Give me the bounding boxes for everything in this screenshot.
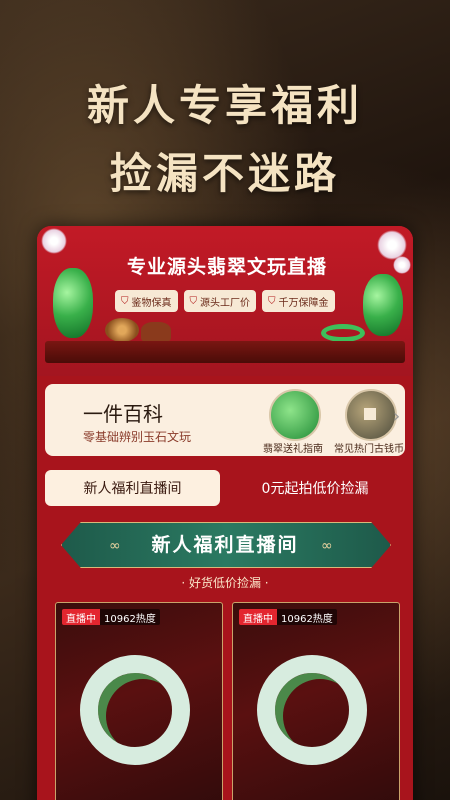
- chip-label: 鉴物保真: [131, 297, 172, 309]
- gold-icon: ⛉: [268, 295, 276, 307]
- banner-title: 专业源头翡翠文玩直播: [126, 256, 327, 278]
- section-title: 新人福利直播间: [151, 534, 299, 556]
- coin-thumbnail[interactable]: [345, 389, 397, 441]
- flower-decoration: [393, 256, 411, 274]
- coin-guide-label[interactable]: 常见热门古钱币: [327, 440, 411, 455]
- live-room-card[interactable]: 直播中 10962热度: [232, 602, 400, 800]
- chip-label: 源头工厂价: [200, 297, 250, 309]
- factory-icon: ⛉: [189, 295, 198, 307]
- chip-factory-price: ⛉ 源头工厂价: [183, 290, 256, 312]
- top-banner: 专业源头翡翠文玩直播 ⛉ 鉴物保真 ⛉ 源头工厂价 ⛉ 千万保障金: [37, 226, 413, 376]
- encyclopedia-card[interactable]: 一件百科 零基础辨别玉石文玩 翡翠送礼指南 常见热门古钱币 ›: [45, 384, 405, 456]
- app-screen: 新人专享福利 捡漏不迷路 专业源头翡翠文玩直播 ⛉ 鉴物保真 ⛉ 源头工厂价 ⛉…: [0, 0, 450, 800]
- headline-line2: 捡漏不迷路: [109, 149, 340, 198]
- live-badge: 直播中 10962热度: [239, 609, 337, 625]
- jade-pendant-image: [53, 268, 93, 338]
- teapot-image: [141, 322, 171, 342]
- encyclopedia-subtitle: 零基础辨别玉石文玩: [83, 430, 192, 444]
- chip-authentic: ⛉ 鉴物保真: [115, 290, 178, 312]
- tab-bar: 新人福利直播间 0元起拍低价捡漏: [45, 470, 405, 506]
- heat-count: 10962热度: [100, 609, 160, 625]
- flower-decoration: [41, 228, 67, 254]
- live-badge: 直播中 10962热度: [62, 609, 160, 625]
- jade-bracelet-image: [80, 655, 190, 765]
- feature-chips: ⛉ 鉴物保真 ⛉ 源头工厂价 ⛉ 千万保障金: [115, 290, 375, 312]
- chip-label: 千万保障金: [278, 297, 329, 309]
- jade-guide-label[interactable]: 翡翠送礼指南: [251, 440, 335, 455]
- live-status: 直播中: [62, 609, 100, 625]
- chip-guarantee: ⛉ 千万保障金: [262, 290, 335, 312]
- jade-bangle-image: [321, 324, 365, 342]
- headline-line1: 新人专享福利: [86, 81, 363, 130]
- heat-count: 10962热度: [277, 609, 337, 625]
- chevron-right-icon[interactable]: ›: [393, 406, 400, 427]
- wooden-table-image: [45, 341, 405, 363]
- prayer-beads-image: [105, 318, 139, 342]
- shield-icon: ⛉: [121, 295, 129, 307]
- tab-newbie-live[interactable]: 新人福利直播间: [45, 470, 220, 506]
- live-status: 直播中: [239, 609, 277, 625]
- jade-bracelet-image: [257, 655, 367, 765]
- encyclopedia-title: 一件百科: [83, 402, 163, 426]
- tab-zero-start-auction[interactable]: 0元起拍低价捡漏: [225, 470, 405, 506]
- jade-carving-image: [363, 274, 403, 336]
- jade-guide-thumbnail[interactable]: [269, 389, 321, 441]
- section-subtitle: · 好货低价捡漏 ·: [181, 576, 269, 590]
- phone-preview: 专业源头翡翠文玩直播 ⛉ 鉴物保真 ⛉ 源头工厂价 ⛉ 千万保障金 一件百科 零…: [37, 226, 413, 800]
- live-room-card[interactable]: 直播中 10962热度: [55, 602, 223, 800]
